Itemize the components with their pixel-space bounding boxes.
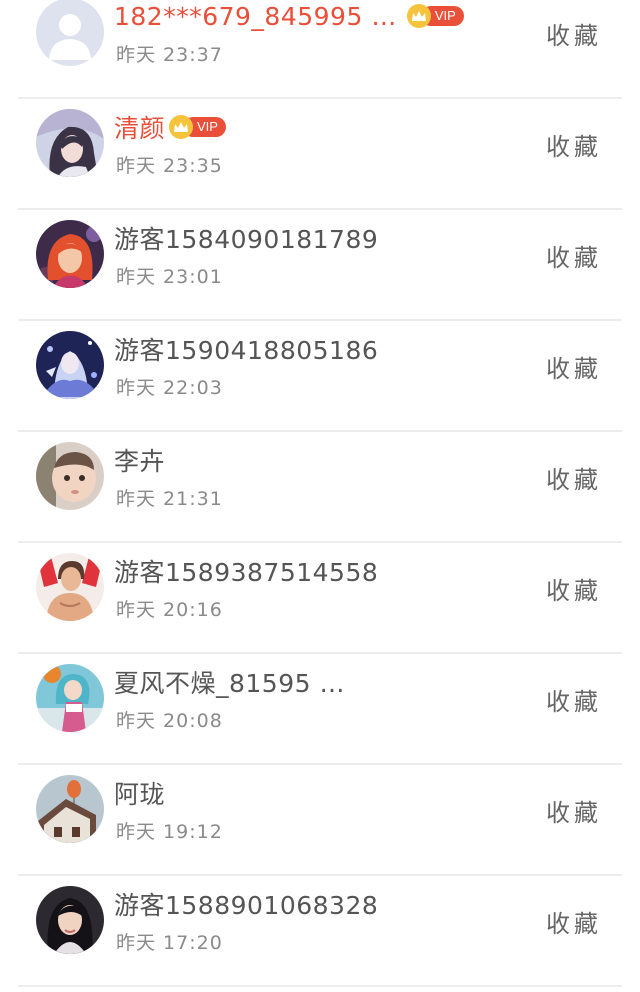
visit-time: 昨天 23:37 bbox=[116, 44, 223, 66]
user-name[interactable]: 游客1584090181789 bbox=[114, 220, 378, 256]
list-item[interactable]: 清颜 VIP 昨天 23:35 收藏 bbox=[0, 99, 640, 210]
avatar[interactable] bbox=[36, 442, 104, 510]
visit-time: 昨天 23:35 bbox=[116, 155, 223, 177]
list-item[interactable]: 阿珑 昨天 19:12 收藏 bbox=[0, 765, 640, 876]
user-name[interactable]: 清颜 bbox=[114, 109, 165, 145]
favorite-button[interactable]: 收藏 bbox=[546, 571, 602, 606]
divider bbox=[18, 985, 622, 987]
crown-icon bbox=[406, 4, 431, 28]
avatar[interactable] bbox=[36, 220, 104, 288]
visit-time: 昨天 20:16 bbox=[116, 599, 223, 621]
avatar[interactable] bbox=[36, 109, 104, 177]
default-avatar-icon[interactable] bbox=[36, 0, 104, 66]
avatar[interactable] bbox=[36, 553, 104, 621]
favorite-button[interactable]: 收藏 bbox=[546, 793, 602, 828]
favorite-button[interactable]: 收藏 bbox=[546, 904, 602, 939]
visit-time: 昨天 19:12 bbox=[116, 821, 223, 843]
user-name[interactable]: 李卉 bbox=[114, 442, 165, 478]
list-item[interactable]: 游客1584090181789 昨天 23:01 收藏 bbox=[0, 210, 640, 321]
list-item[interactable]: 游客1589387514558 昨天 20:16 收藏 bbox=[0, 543, 640, 654]
favorite-button[interactable]: 收藏 bbox=[546, 460, 602, 495]
crown-icon bbox=[169, 115, 194, 139]
list-item[interactable]: 182***679_845995 … VIP 昨天 23:37 收藏 bbox=[0, 0, 640, 99]
visit-time: 昨天 20:08 bbox=[116, 710, 223, 732]
favorite-button[interactable]: 收藏 bbox=[546, 127, 602, 162]
user-name[interactable]: 游客1588901068328 bbox=[114, 886, 378, 922]
favorite-button[interactable]: 收藏 bbox=[546, 16, 602, 51]
user-name[interactable]: 游客1590418805186 bbox=[114, 331, 378, 367]
list-item[interactable]: 李卉 昨天 21:31 收藏 bbox=[0, 432, 640, 543]
vip-badge: VIP bbox=[406, 4, 464, 28]
avatar[interactable] bbox=[36, 886, 104, 954]
visit-time: 昨天 17:20 bbox=[116, 932, 223, 954]
visit-time: 昨天 23:01 bbox=[116, 266, 223, 288]
favorite-button[interactable]: 收藏 bbox=[546, 682, 602, 717]
avatar[interactable] bbox=[36, 664, 104, 732]
user-name[interactable]: 182***679_845995 … bbox=[114, 2, 397, 31]
visit-time: 昨天 22:03 bbox=[116, 377, 223, 399]
list-item[interactable]: 夏风不燥_81595 … 昨天 20:08 收藏 bbox=[0, 654, 640, 765]
avatar[interactable] bbox=[36, 331, 104, 399]
list-item[interactable]: 游客1588901068328 昨天 17:20 收藏 bbox=[0, 876, 640, 987]
user-name[interactable]: 游客1589387514558 bbox=[114, 553, 378, 589]
favorite-button[interactable]: 收藏 bbox=[546, 349, 602, 384]
list-item[interactable]: 游客1590418805186 昨天 22:03 收藏 bbox=[0, 321, 640, 432]
avatar[interactable] bbox=[36, 775, 104, 843]
vip-badge: VIP bbox=[169, 115, 226, 139]
user-name[interactable]: 夏风不燥_81595 … bbox=[114, 664, 345, 700]
favorite-button[interactable]: 收藏 bbox=[546, 238, 602, 273]
visit-time: 昨天 21:31 bbox=[116, 488, 223, 510]
visitor-list: 182***679_845995 … VIP 昨天 23:37 收藏 清颜 VI… bbox=[0, 0, 640, 992]
user-name[interactable]: 阿珑 bbox=[114, 775, 165, 811]
